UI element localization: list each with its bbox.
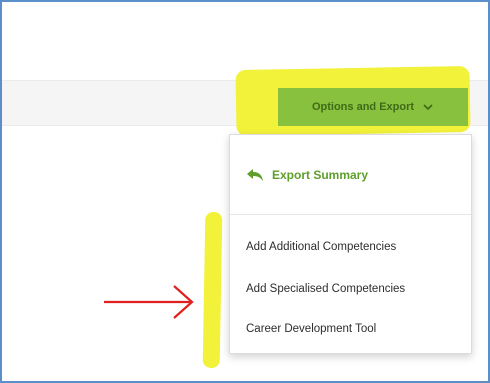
right-arrow-icon <box>104 285 194 319</box>
menu-item-career-development-tool[interactable]: Career Development Tool <box>230 309 471 349</box>
menu-item-label: Career Development Tool <box>246 323 377 335</box>
chevron-down-icon <box>423 104 433 111</box>
menu-item-add-additional-competencies[interactable]: Add Additional Competencies <box>230 227 471 267</box>
menu-item-add-specialised-competencies[interactable]: Add Specialised Competencies <box>230 269 471 309</box>
export-summary-item[interactable]: Export Summary <box>230 135 471 215</box>
menu-item-label: Add Specialised Competencies <box>246 283 406 295</box>
reply-arrow-icon <box>247 168 263 181</box>
options-and-export-button[interactable]: Options and Export <box>278 88 468 126</box>
options-button-label: Options and Export <box>311 101 415 113</box>
export-summary-label: Export Summary <box>272 167 369 182</box>
yellow-highlight-bar <box>202 211 223 369</box>
options-dropdown-menu: Export Summary Add Additional Competenci… <box>229 134 472 354</box>
menu-item-label: Add Additional Competencies <box>246 241 397 253</box>
